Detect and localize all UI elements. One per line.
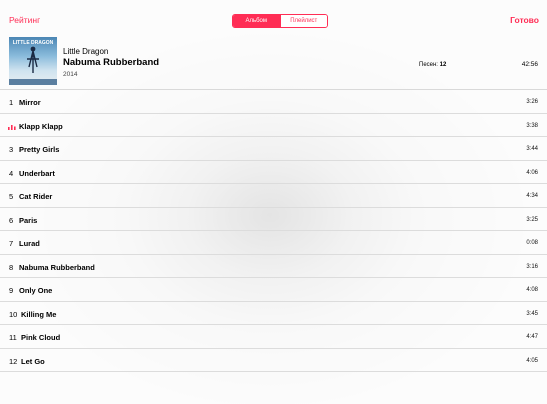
track-duration: 3:44 <box>526 146 538 152</box>
done-button[interactable]: Готово <box>510 15 539 25</box>
track-duration: 4:47 <box>526 334 538 340</box>
track-number: 11 <box>9 333 17 342</box>
track-number: 1 <box>9 98 14 107</box>
track-duration: 3:45 <box>526 310 538 317</box>
album-artist: Little Dragon <box>63 47 109 56</box>
album-view: Рейтинг Альбом Плейлист Готово LITTLE DR… <box>0 0 547 404</box>
track-number: 7 <box>9 239 14 248</box>
track-title: Mirror <box>19 98 41 107</box>
album-cover: LITTLE DRAGON <box>9 37 57 85</box>
track-title: Lurad <box>19 239 40 248</box>
track-title: Killing Me <box>21 309 57 319</box>
rating-button[interactable]: Рейтинг <box>9 15 40 25</box>
track-number: 6 <box>9 215 14 225</box>
track-duration: 3:16 <box>526 263 538 270</box>
track-duration: 4:06 <box>526 169 538 176</box>
album-cover-art: LITTLE DRAGON <box>9 40 57 85</box>
track-row[interactable]: 10 Killing Me 3:45 <box>0 302 547 325</box>
segment-playlist[interactable]: Плейлист <box>279 15 327 27</box>
track-duration: 3:25 <box>526 216 538 223</box>
songs-count: Песен: 12 <box>419 62 446 68</box>
track-title: Paris <box>19 215 38 225</box>
track-duration: 4:08 <box>526 287 538 293</box>
cover-text: LITTLE DRAGON <box>13 40 54 46</box>
album-year: 2014 <box>63 71 78 78</box>
track-number: 3 <box>9 145 14 154</box>
track-number: 10 <box>9 309 18 319</box>
track-title: Let Go <box>21 356 45 366</box>
songs-count-value: 12 <box>439 62 447 68</box>
track-duration: 3:38 <box>526 122 538 129</box>
track-row[interactable]: 3 Pretty Girls 3:44 <box>0 137 547 161</box>
track-title: Pink Cloud <box>21 333 61 342</box>
track-row[interactable]: 12 Let Go 4:05 <box>0 349 547 372</box>
track-title: Nabuma Rubberband <box>19 262 95 272</box>
track-duration: 4:05 <box>526 357 538 364</box>
track-row[interactable]: 8 Nabuma Rubberband 3:16 <box>0 255 547 278</box>
track-row[interactable]: 9 Only One 4:08 <box>0 278 547 302</box>
track-duration: 4:34 <box>526 193 538 199</box>
album-total-duration: 42:56 <box>521 61 538 68</box>
track-number: 4 <box>9 168 14 178</box>
track-row[interactable]: 7 Lurad 0:08 <box>0 231 547 255</box>
track-number: 8 <box>9 262 14 272</box>
songs-count-label: Песен: <box>419 62 438 68</box>
track-title: Cat Rider <box>19 192 53 201</box>
track-title: Underbart <box>19 168 55 178</box>
track-row[interactable]: 1 Mirror 3:26 <box>0 90 547 114</box>
track-title: Pretty Girls <box>19 145 60 154</box>
track-row[interactable]: 5 Cat Rider 4:34 <box>0 184 547 208</box>
track-row[interactable]: 4 Underbart 4:06 <box>0 161 547 184</box>
track-number: 9 <box>9 286 14 295</box>
track-row[interactable]: 6 Paris 3:25 <box>0 208 547 231</box>
view-segmented-control: Альбом Плейлист <box>232 14 328 28</box>
track-title: Klapp Klapp <box>19 121 63 131</box>
album-header: LITTLE DRAGON Little Dragon Nabuma Rubbe… <box>0 34 547 90</box>
album-title: Nabuma Rubberband <box>63 57 160 68</box>
track-number: 12 <box>9 356 18 366</box>
track-list: 1 Mirror 3:26 Klapp Klapp 3:38 3 Pretty … <box>0 90 547 372</box>
track-title: Only One <box>19 286 53 295</box>
track-duration: 3:26 <box>526 99 538 105</box>
segment-album[interactable]: Альбом <box>233 15 280 27</box>
now-playing-icon <box>8 124 16 130</box>
track-number: 5 <box>9 192 14 201</box>
top-bar: Рейтинг Альбом Плейлист Готово <box>0 0 547 34</box>
track-duration: 0:08 <box>526 240 538 246</box>
track-row-now-playing[interactable]: Klapp Klapp 3:38 <box>0 114 547 137</box>
track-row[interactable]: 11 Pink Cloud 4:47 <box>0 325 547 349</box>
